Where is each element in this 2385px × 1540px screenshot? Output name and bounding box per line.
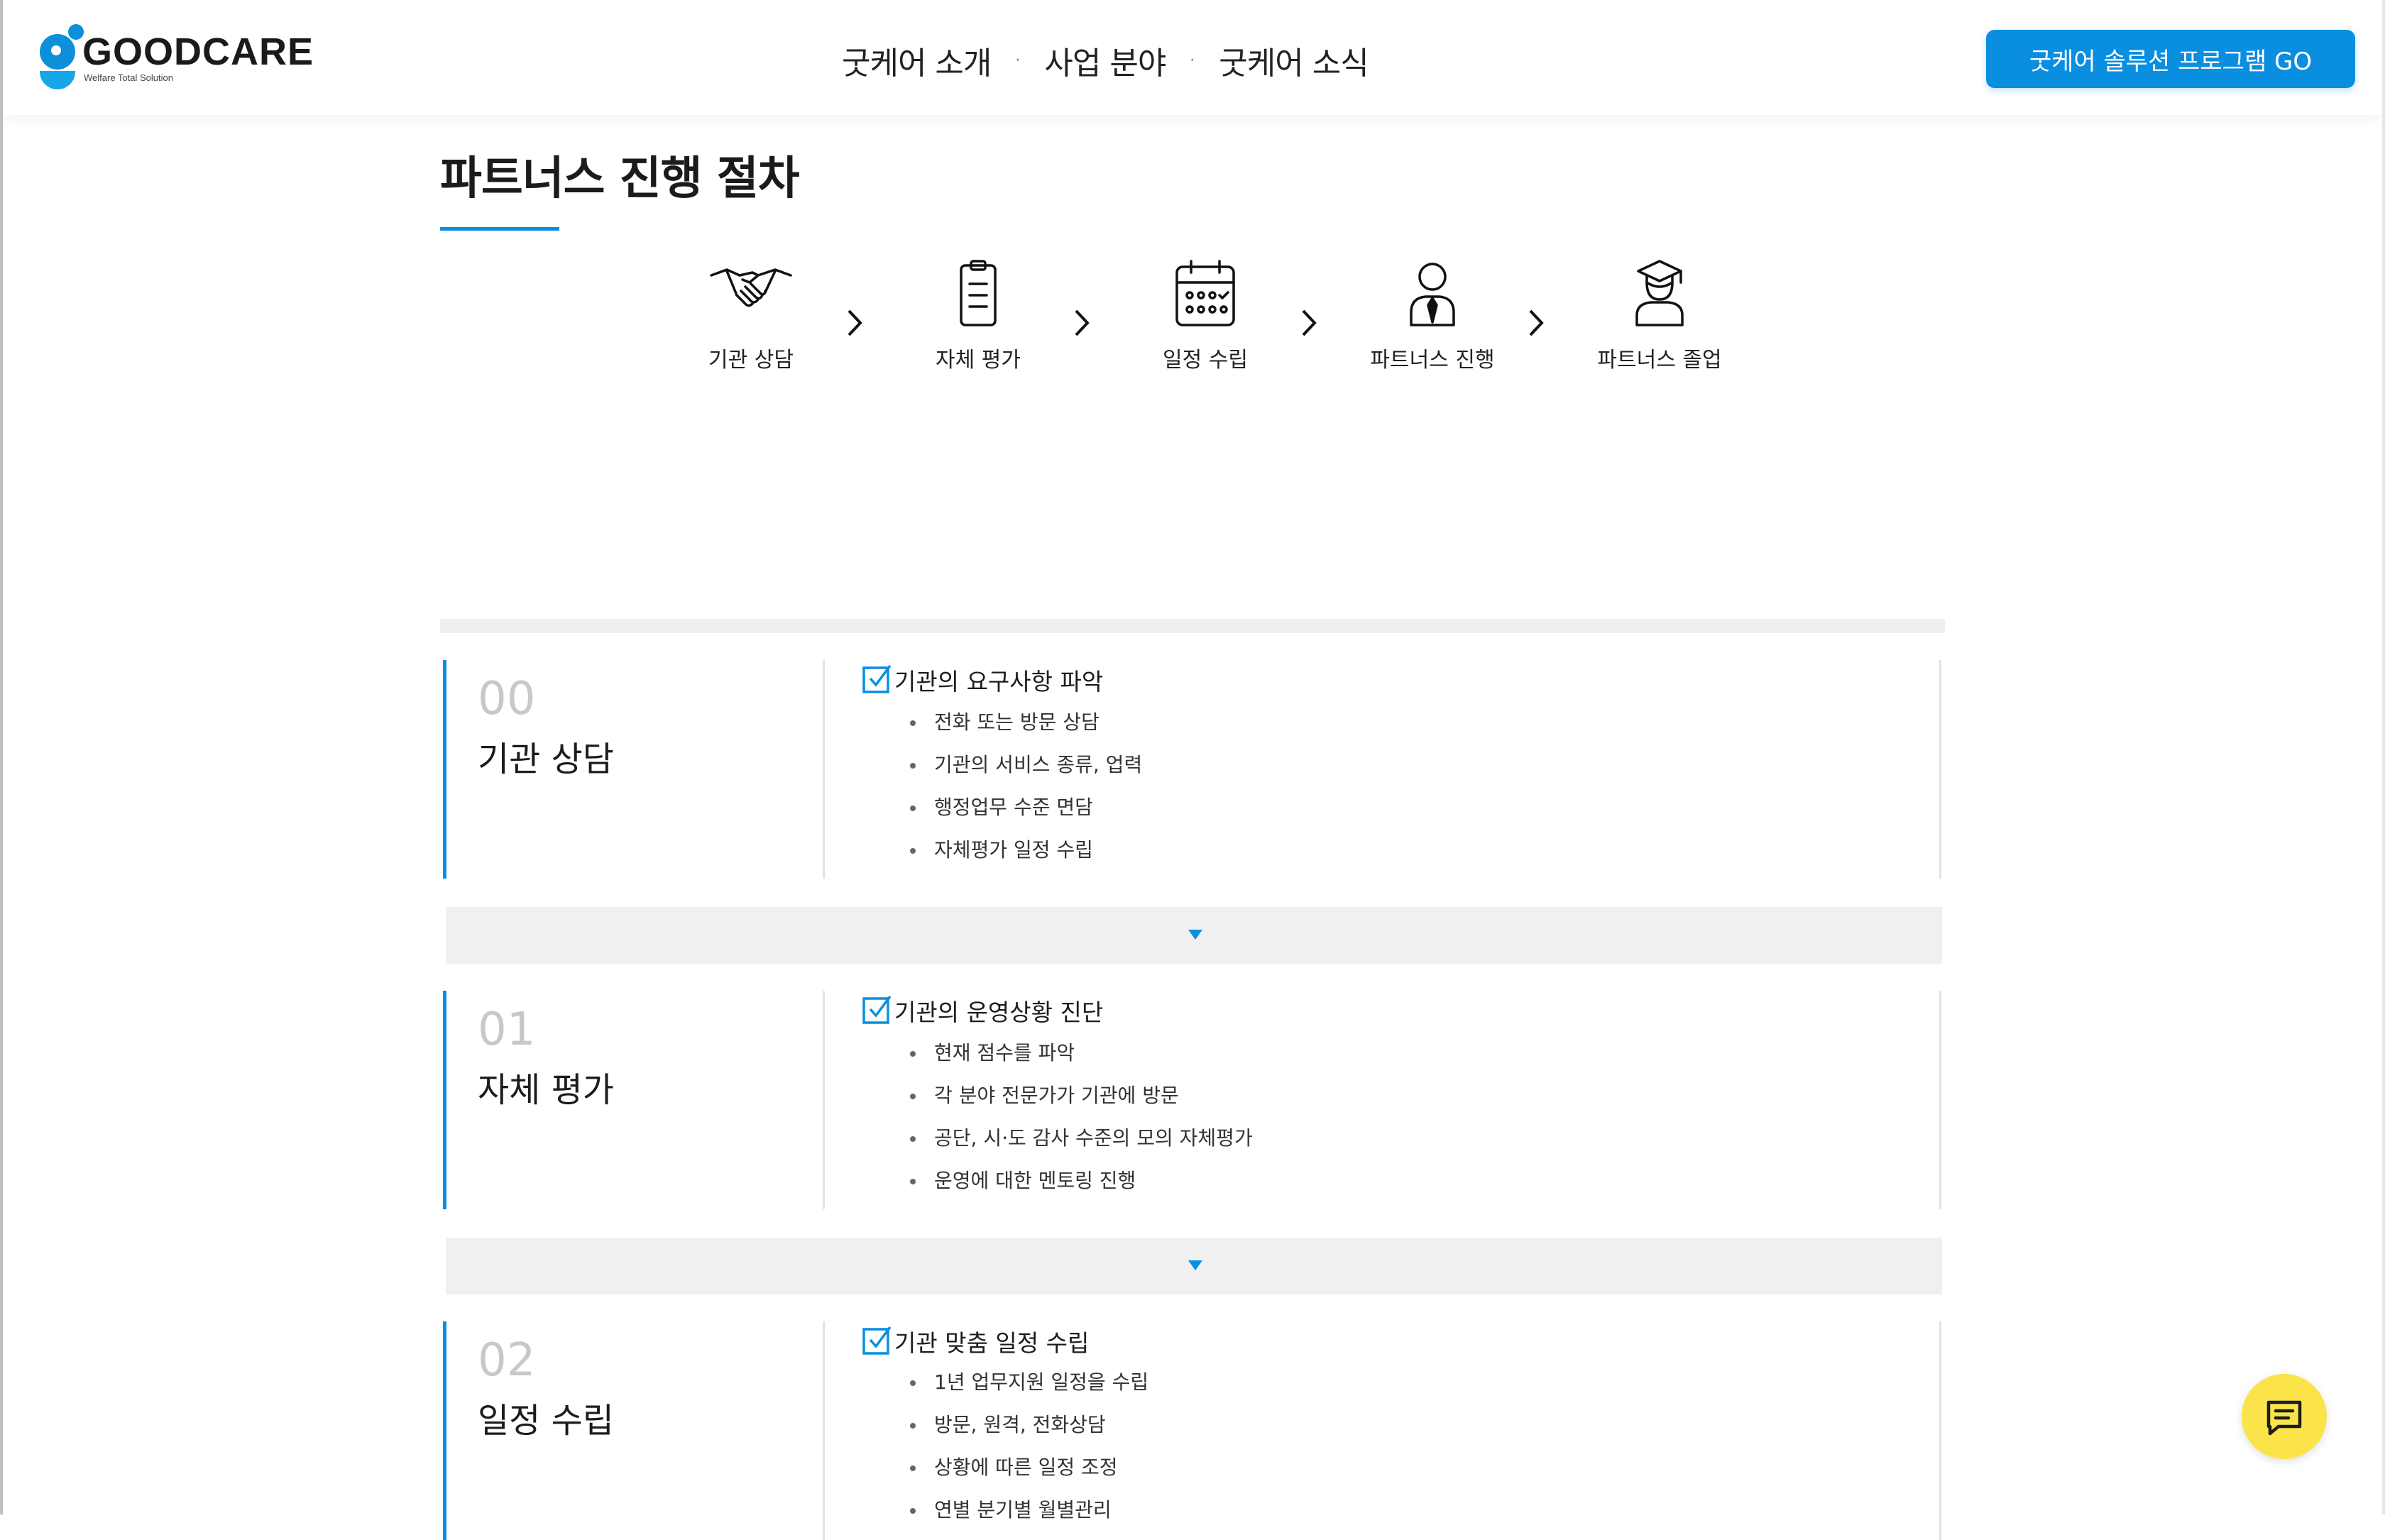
card-heading: 기관의 운영상황 진단: [894, 999, 1104, 1026]
list-item: 기관의 서비스 종류, 업력: [906, 744, 1142, 786]
page-title: 파트너스 진행 절차: [440, 153, 800, 205]
step-partners-progress: 파트너스 진행: [1361, 258, 1503, 373]
card-heading: 기관 맞춤 일정 수립: [894, 1329, 1090, 1357]
person-tie-icon: [1410, 263, 1455, 326]
chat-button[interactable]: [2242, 1374, 2327, 1459]
caret-down-icon: [1188, 1260, 1202, 1270]
section-divider: [440, 619, 1945, 633]
step-card-consult: 00 기관 상담: [443, 660, 1942, 879]
list-item: 공단, 시·도 감사 수준의 모의 자체평가: [906, 1117, 1253, 1160]
card-title: 일정 수립: [478, 1401, 614, 1441]
step-self-eval: 자체 평가: [907, 258, 1049, 373]
list-item: 운영에 대한 멘토링 진행: [906, 1160, 1253, 1202]
card-title-panel: 01 자체 평가: [443, 991, 825, 1209]
card-title: 기관 상담: [478, 739, 614, 779]
list-item: 연별 분기별 월별관리: [906, 1489, 1148, 1531]
logo-mark-icon: [37, 23, 84, 94]
list-item: 1년 업무지원 일정을 수립: [906, 1361, 1148, 1404]
title-underline: [440, 227, 559, 231]
chevron-right-icon: [848, 309, 862, 336]
brand-logo[interactable]: GOODCARE Welfare Total Solution: [37, 23, 313, 94]
card-title-panel: 00 기관 상담: [443, 660, 825, 879]
list-item: 각 분야 전문가가 기관에 방문: [906, 1074, 1253, 1117]
nav-separator: ·: [1015, 51, 1021, 70]
card-title: 자체 평가: [478, 1070, 614, 1110]
nav-item-news[interactable]: 굿케어 소식: [1219, 38, 1369, 83]
site-header: GOODCARE Welfare Total Solution 굿케어 소개 ·…: [0, 0, 2385, 115]
checkbox-checked-icon: [862, 995, 892, 1024]
checkbox-checked-icon: [862, 664, 892, 693]
window-left-border: [0, 0, 3, 1514]
card-bullet-list: 현재 점수를 파악 각 분야 전문가가 기관에 방문 공단, 시·도 감사 수준…: [906, 1032, 1253, 1202]
step-graduation: 파트너스 졸업: [1589, 258, 1731, 373]
step-label: 자체 평가: [936, 348, 1021, 373]
card-bullet-list: 1년 업무지원 일정을 수립 방문, 원격, 전화상담 상황에 따른 일정 조정…: [906, 1361, 1148, 1531]
brand-name: GOODCARE: [82, 31, 314, 73]
list-item: 자체평가 일정 수립: [906, 829, 1142, 871]
clipboard-icon: [960, 260, 997, 326]
step-card-schedule: 02 일정 수립: [443, 1321, 1942, 1540]
chevron-right-icon: [1302, 309, 1317, 336]
chevron-right-icon: [1075, 309, 1090, 336]
nav-item-about[interactable]: 굿케어 소개: [842, 38, 992, 83]
card-number: 01: [478, 1003, 536, 1056]
card-heading: 기관의 요구사항 파악: [894, 668, 1104, 695]
list-item: 상황에 따른 일정 조정: [906, 1446, 1148, 1489]
nav-separator: ·: [1190, 51, 1195, 70]
chat-icon: [2266, 1400, 2302, 1436]
card-bullet-list: 전화 또는 방문 상담 기관의 서비스 종류, 업력 행정업무 수준 면담 자체…: [906, 701, 1142, 871]
calendar-icon: [1175, 260, 1235, 326]
step-label: 일정 수립: [1163, 348, 1248, 373]
window-right-border: [2382, 0, 2385, 1514]
list-item: 행정업무 수준 면담: [906, 786, 1142, 829]
nav-item-business[interactable]: 사업 분야: [1044, 38, 1166, 83]
brand-tagline: Welfare Total Solution: [84, 72, 173, 83]
card-number: 02: [478, 1334, 536, 1387]
expand-toggle[interactable]: [446, 1238, 1942, 1294]
checkbox-checked-icon: [862, 1326, 892, 1355]
list-item: 전화 또는 방문 상담: [906, 701, 1142, 744]
card-number: 00: [478, 673, 536, 725]
caret-down-icon: [1188, 930, 1202, 940]
list-item: 방문, 원격, 전화상담: [906, 1404, 1148, 1446]
expand-toggle[interactable]: [446, 907, 1942, 964]
step-label: 파트너스 진행: [1370, 348, 1495, 373]
card-title-panel: 02 일정 수립: [443, 1321, 825, 1540]
list-item: 현재 점수를 파악: [906, 1032, 1253, 1074]
chevron-right-icon: [1529, 309, 1544, 336]
main-nav: 굿케어 소개 · 사업 분야 · 굿케어 소식: [842, 35, 1369, 85]
step-label: 파트너스 졸업: [1597, 348, 1722, 373]
step-consult: 기관 상담: [680, 258, 822, 373]
step-label: 기관 상담: [708, 348, 794, 373]
graduate-icon: [1635, 260, 1684, 326]
solution-program-button[interactable]: 굿케어 솔루션 프로그램 GO: [1986, 30, 2355, 88]
step-schedule: 일정 수립: [1134, 258, 1276, 373]
handshake-icon: [710, 268, 792, 307]
